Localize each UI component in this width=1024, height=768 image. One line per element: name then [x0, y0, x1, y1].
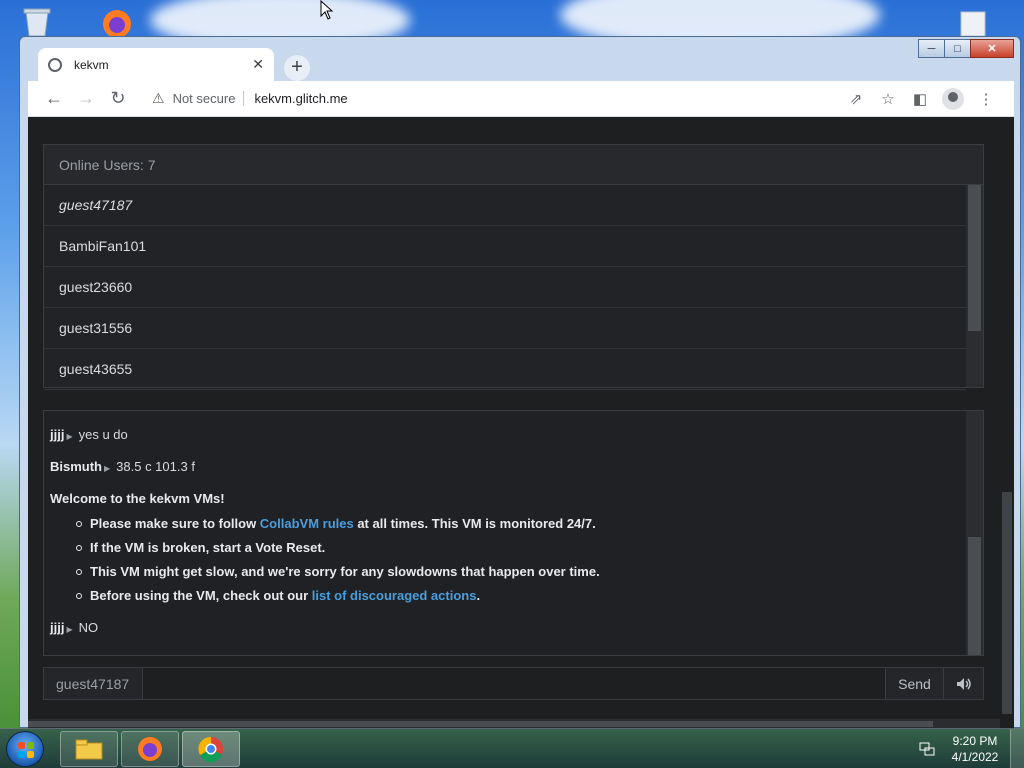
- user-list: guest47187 BambiFan101 guest23660 guest3…: [44, 185, 966, 390]
- chat-message: jjjj ▶ yes u do: [50, 427, 960, 442]
- chat-panel: jjjj ▶ yes u do Bismuth ▶ 38.5 c 101.3 f W…: [43, 410, 984, 656]
- online-users-panel: Online Users: 7 guest47187 BambiFan101 g…: [43, 144, 984, 390]
- firefox-icon: [138, 737, 162, 761]
- chat-text: 38.5 c 101.3 f: [116, 459, 195, 474]
- chat-message: Bismuth ▶ 38.5 c 101.3 f: [50, 459, 960, 474]
- collabvm-rules-link[interactable]: CollabVM rules: [260, 516, 354, 531]
- rule-item: Before using the VM, check out our list …: [76, 588, 960, 603]
- share-icon[interactable]: ⇗: [840, 90, 872, 108]
- chat-input[interactable]: [143, 668, 885, 699]
- rules-list: Please make sure to follow CollabVM rule…: [76, 516, 960, 603]
- chat-username[interactable]: jjjj: [50, 427, 64, 442]
- window-controls: ─ □ ✕: [918, 39, 1014, 58]
- recycle-bin-icon[interactable]: [20, 6, 54, 37]
- rule-item: This VM might get slow, and we're sorry …: [76, 564, 960, 579]
- warning-icon[interactable]: ⚠: [152, 90, 165, 107]
- rule-text: Before using the VM, check out our: [90, 588, 312, 603]
- globe-icon: [48, 57, 62, 72]
- user-list-item[interactable]: guest43655: [44, 349, 966, 390]
- page-content: Online Users: 7 guest47187 BambiFan101 g…: [28, 117, 1014, 729]
- chat-username[interactable]: jjjj: [50, 620, 64, 635]
- forward-icon[interactable]: →: [72, 88, 100, 109]
- mouse-cursor-icon: [320, 0, 334, 25]
- speaker-icon[interactable]: [943, 668, 983, 699]
- url-text[interactable]: kekvm.glitch.me: [254, 91, 347, 106]
- address-bar[interactable]: ⚠ Not secure kekvm.glitch.me: [152, 90, 840, 107]
- show-desktop-button[interactable]: [1010, 729, 1024, 768]
- chat-message: jjjj ▶ NO: [50, 620, 960, 635]
- chat-username[interactable]: Bismuth: [50, 459, 102, 474]
- send-button[interactable]: Send: [885, 668, 943, 699]
- tab-strip: kekvm ✕ +: [28, 45, 920, 81]
- side-panel-icon[interactable]: ◧: [904, 90, 936, 108]
- welcome-message: Welcome to the kekvm VMs!: [50, 491, 225, 506]
- rule-text: .: [476, 588, 481, 603]
- scrollbar-thumb[interactable]: [968, 537, 981, 655]
- chrome-taskbar-button[interactable]: [182, 731, 240, 767]
- chat-messages: jjjj ▶ yes u do Bismuth ▶ 38.5 c 101.3 f W…: [44, 411, 966, 655]
- new-tab-button[interactable]: +: [284, 55, 310, 81]
- minimize-icon[interactable]: ─: [918, 39, 945, 58]
- start-button[interactable]: [6, 731, 44, 767]
- user-list-item[interactable]: guest47187: [44, 185, 966, 226]
- scrollbar-thumb[interactable]: [1002, 492, 1012, 714]
- nickname-button[interactable]: guest47187: [44, 668, 143, 699]
- reload-icon[interactable]: ↻: [104, 88, 132, 109]
- discouraged-actions-link[interactable]: list of discouraged actions: [312, 588, 477, 603]
- windows-logo-icon: [18, 742, 34, 758]
- scrollbar-thumb[interactable]: [28, 721, 933, 727]
- folder-icon: [75, 739, 103, 760]
- firefox-desktop-icon[interactable]: [94, 6, 140, 38]
- clock-date: 4/1/2022: [951, 750, 999, 764]
- rule-text: at all times. This VM is monitored 24/7.: [353, 516, 596, 531]
- rule-item: If the VM is broken, start a Vote Reset.: [76, 540, 960, 555]
- online-users-header: Online Users: 7: [44, 145, 983, 185]
- rule-item: Please make sure to follow CollabVM rule…: [76, 516, 960, 531]
- scrollbar-thumb[interactable]: [968, 185, 981, 331]
- arrow-icon: ▶: [66, 432, 73, 441]
- clock[interactable]: 9:20 PM 4/1/2022: [940, 733, 1010, 765]
- chrome-icon: [198, 736, 223, 763]
- chat-text: NO: [78, 620, 99, 635]
- user-list-item[interactable]: guest31556: [44, 308, 966, 349]
- user-list-item[interactable]: BambiFan101: [44, 226, 966, 267]
- user-list-scrollbar[interactable]: [966, 185, 983, 387]
- bookmark-star-icon[interactable]: ☆: [872, 90, 904, 108]
- chat-text: yes u do: [78, 427, 128, 442]
- back-icon[interactable]: ←: [40, 88, 68, 109]
- taskbar: 9:20 PM 4/1/2022: [0, 728, 1024, 768]
- browser-toolbar: ← → ↻ ⚠ Not secure kekvm.glitch.me ⇗ ☆ ◧…: [28, 81, 1014, 117]
- close-icon[interactable]: ✕: [970, 39, 1014, 58]
- desktop-file-icon[interactable]: [955, 10, 991, 37]
- browser-window: ─ □ ✕ kekvm ✕ + ← → ↻ ⚠ Not secure kekvm…: [19, 36, 1021, 729]
- arrow-icon: ▶: [66, 625, 73, 634]
- profile-avatar[interactable]: [942, 87, 964, 110]
- menu-kebab-icon[interactable]: ⋮: [970, 90, 1002, 108]
- system-tray: 9:20 PM 4/1/2022: [914, 729, 1024, 768]
- chat-input-bar: guest47187 Send: [43, 667, 984, 700]
- close-tab-icon[interactable]: ✕: [252, 56, 264, 73]
- security-label[interactable]: Not secure: [173, 91, 245, 106]
- chat-scrollbar[interactable]: [966, 411, 983, 655]
- user-list-item[interactable]: guest23660: [44, 267, 966, 308]
- tab-kekvm[interactable]: kekvm ✕: [38, 48, 274, 81]
- firefox-taskbar-button[interactable]: [121, 731, 179, 767]
- maximize-icon[interactable]: □: [944, 39, 971, 58]
- page-scrollbar[interactable]: [1000, 117, 1014, 729]
- rule-text: Please make sure to follow: [90, 516, 260, 531]
- tab-title: kekvm: [74, 57, 109, 72]
- network-icon[interactable]: [914, 742, 940, 756]
- clock-time: 9:20 PM: [952, 734, 998, 748]
- arrow-icon: ▶: [104, 464, 111, 473]
- explorer-taskbar-button[interactable]: [60, 731, 118, 767]
